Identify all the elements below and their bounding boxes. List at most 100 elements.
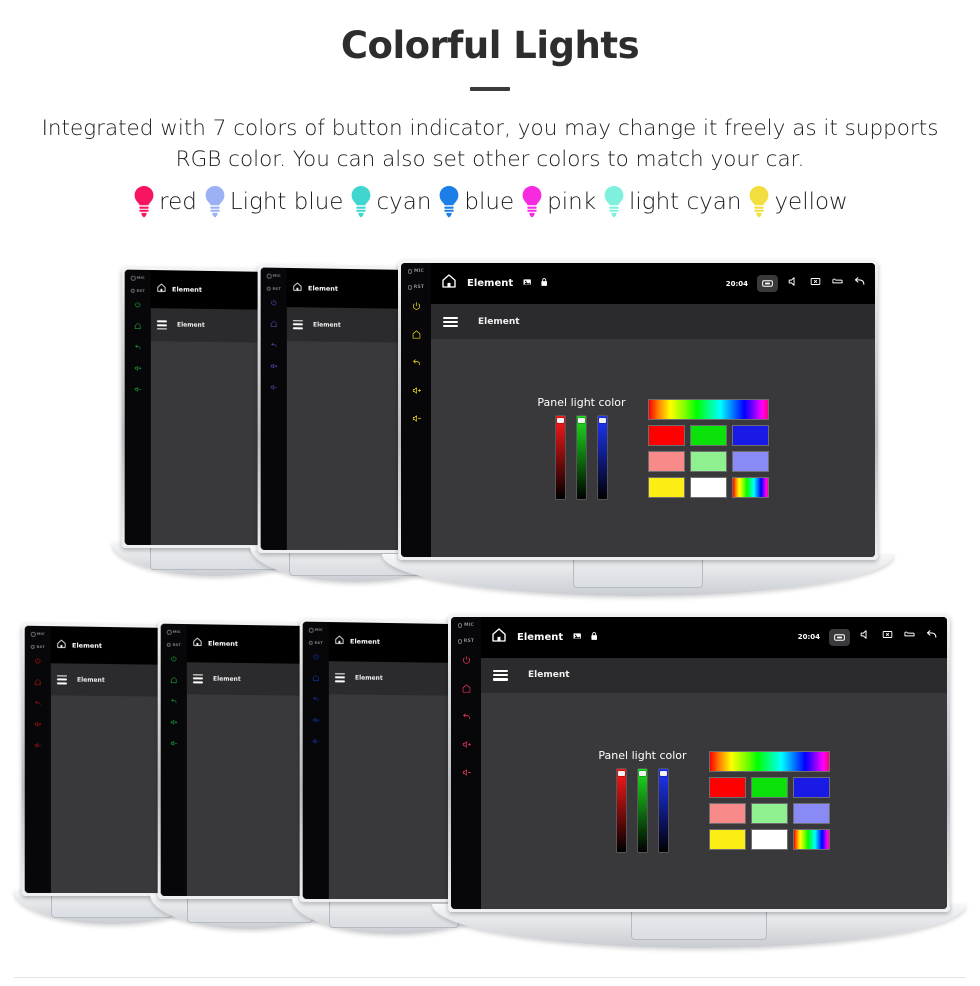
salmon-swatch[interactable] [647, 450, 685, 472]
light-green-swatch[interactable] [750, 803, 788, 825]
volume-down-icon[interactable] [134, 385, 142, 406]
green-slider[interactable] [575, 415, 587, 501]
yellow-swatch[interactable] [647, 476, 685, 498]
salmon-swatch[interactable] [708, 803, 746, 825]
back-icon[interactable] [270, 341, 278, 362]
mic-label: MIC [408, 269, 424, 274]
lock-icon[interactable] [539, 275, 549, 293]
blue-swatch[interactable] [792, 777, 830, 799]
back-icon[interactable] [461, 711, 472, 739]
blue-swatch[interactable] [731, 424, 769, 446]
home-icon[interactable] [34, 678, 42, 699]
slider-handle[interactable] [617, 770, 625, 776]
car-icon[interactable] [903, 628, 916, 646]
rainbow-small-swatch[interactable] [731, 476, 769, 498]
green-slider[interactable] [636, 767, 648, 853]
back-icon[interactable] [312, 695, 320, 716]
back-icon[interactable] [170, 697, 178, 718]
rainbow-wide-swatch[interactable] [708, 751, 830, 773]
hamburger-icon[interactable] [56, 675, 67, 685]
light-green-swatch[interactable] [689, 450, 727, 472]
white-swatch[interactable] [689, 476, 727, 498]
slider-handle[interactable] [556, 418, 564, 424]
back-arrow-icon[interactable] [853, 275, 866, 293]
hamburger-icon[interactable] [192, 674, 203, 684]
home-icon[interactable] [490, 626, 508, 649]
red-swatch[interactable] [647, 424, 685, 446]
blue-slider[interactable] [596, 415, 608, 501]
home-icon[interactable] [170, 676, 178, 697]
slider-handle[interactable] [659, 770, 667, 776]
volume-down-icon[interactable] [461, 767, 472, 795]
volume-up-icon[interactable] [134, 364, 142, 385]
lock-icon[interactable] [589, 628, 599, 646]
red-slider[interactable] [554, 415, 566, 501]
image-icon[interactable] [522, 275, 532, 293]
stereo-screen[interactable]: Element 20:04 Element Panel light color [481, 617, 947, 909]
hamburger-icon[interactable] [156, 320, 167, 330]
periwinkle-swatch[interactable] [792, 803, 830, 825]
mute-icon[interactable] [787, 275, 800, 293]
rainbow-small-swatch[interactable] [792, 829, 830, 851]
car-icon[interactable] [831, 275, 844, 293]
back-icon[interactable] [34, 699, 42, 720]
rainbow-wide-swatch[interactable] [647, 398, 769, 420]
home-icon[interactable] [270, 320, 278, 341]
red-slider[interactable] [615, 767, 627, 853]
volume-up-icon[interactable] [34, 720, 42, 741]
periwinkle-swatch[interactable] [731, 450, 769, 472]
power-icon[interactable] [461, 655, 472, 683]
screenshot-icon[interactable] [757, 275, 778, 293]
power-icon[interactable] [312, 653, 320, 674]
slider-handle[interactable] [577, 418, 585, 424]
hamburger-icon[interactable] [292, 320, 303, 329]
home-icon[interactable] [461, 683, 472, 711]
home-icon[interactable] [312, 674, 320, 695]
yellow-swatch[interactable] [708, 829, 746, 851]
power-icon[interactable] [270, 299, 278, 320]
volume-up-icon[interactable] [312, 716, 320, 737]
power-icon[interactable] [170, 655, 178, 676]
screenshot-icon[interactable] [829, 628, 850, 646]
home-icon[interactable] [192, 634, 203, 652]
mute-icon[interactable] [859, 628, 872, 646]
volume-down-icon[interactable] [270, 383, 278, 404]
image-icon[interactable] [572, 628, 582, 646]
blue-slider[interactable] [657, 767, 669, 853]
power-icon[interactable] [134, 301, 142, 322]
volume-up-icon[interactable] [411, 385, 422, 413]
volume-down-icon[interactable] [312, 737, 320, 758]
home-icon[interactable] [334, 632, 345, 650]
hamburger-icon[interactable] [334, 673, 345, 682]
hamburger-icon[interactable] [443, 316, 458, 328]
stereo-unit-pink[interactable]: MIC RST Element 20:04 Element Panel light col… [448, 614, 950, 912]
back-icon[interactable] [134, 343, 142, 364]
back-arrow-icon[interactable] [925, 628, 938, 646]
home-icon[interactable] [134, 322, 142, 343]
white-swatch[interactable] [750, 829, 788, 851]
green-swatch[interactable] [689, 424, 727, 446]
volume-down-icon[interactable] [170, 739, 178, 760]
home-icon[interactable] [56, 636, 67, 654]
volume-down-icon[interactable] [34, 741, 42, 762]
home-icon[interactable] [411, 329, 422, 357]
home-icon[interactable] [292, 279, 303, 297]
volume-up-icon[interactable] [270, 362, 278, 383]
volume-down-icon[interactable] [411, 413, 422, 441]
close-window-icon[interactable] [881, 628, 894, 646]
power-icon[interactable] [34, 657, 42, 678]
back-icon[interactable] [411, 357, 422, 385]
hamburger-icon[interactable] [493, 670, 508, 681]
power-icon[interactable] [411, 301, 422, 329]
stereo-unit-yellow[interactable]: MIC RST Element 20:04 Element Panel light col… [398, 260, 878, 560]
green-swatch[interactable] [750, 777, 788, 799]
home-icon[interactable] [440, 272, 458, 295]
volume-up-icon[interactable] [170, 718, 178, 739]
close-window-icon[interactable] [809, 275, 822, 293]
slider-handle[interactable] [598, 418, 606, 424]
stereo-screen[interactable]: Element 20:04 Element Panel light color [431, 263, 875, 557]
home-icon[interactable] [156, 280, 167, 298]
slider-handle[interactable] [638, 770, 646, 776]
red-swatch[interactable] [708, 777, 746, 799]
volume-up-icon[interactable] [461, 739, 472, 767]
